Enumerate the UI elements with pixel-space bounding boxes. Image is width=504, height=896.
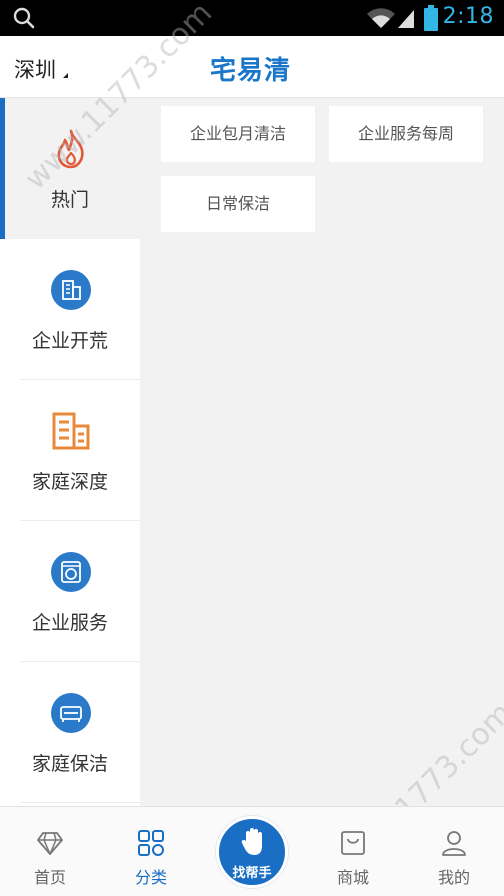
divider xyxy=(20,802,140,803)
city-selector[interactable]: 深圳 xyxy=(14,54,56,84)
city-dropdown-icon[interactable] xyxy=(63,73,68,78)
washing-machine-icon xyxy=(51,552,91,592)
user-icon xyxy=(442,831,466,856)
find-helper-label: 找帮手 xyxy=(232,866,272,881)
shop-icon xyxy=(341,831,365,855)
app-header: 深圳 宅易清 xyxy=(0,36,504,98)
sidebar-item-home-deep[interactable]: 家庭深度 xyxy=(0,380,140,521)
nav-mine[interactable]: 我的 xyxy=(404,807,504,896)
sidebar-item-label: 企业服务 xyxy=(31,612,108,634)
signal-icon xyxy=(398,10,414,28)
nav-label: 我的 xyxy=(437,868,470,887)
service-tag[interactable]: 企业服务每周 xyxy=(329,106,483,162)
nav-label: 首页 xyxy=(33,868,66,887)
diamond-icon xyxy=(37,832,63,855)
sofa-icon xyxy=(51,693,91,733)
sidebar-item-home-cleaning[interactable]: 家庭保洁 xyxy=(0,662,140,803)
sidebar-item-label: 家庭深度 xyxy=(31,471,108,493)
nav-shop[interactable]: 商城 xyxy=(303,807,403,896)
wifi-icon xyxy=(367,8,395,28)
sidebar-item-label: 企业开荒 xyxy=(31,330,108,352)
sidebar-item-label: 家庭保洁 xyxy=(31,753,108,775)
sidebar-item-enterprise-reclaim[interactable]: 企业开荒 xyxy=(0,239,140,380)
sidebar-item-hot[interactable]: 热门 xyxy=(0,98,140,239)
find-helper-button[interactable]: 找帮手 xyxy=(216,816,288,888)
nav-label: 商城 xyxy=(336,868,369,887)
service-tag[interactable]: 日常保洁 xyxy=(161,176,315,232)
category-sidebar: 热门 企业开荒 家庭深度 企业服务 家庭保洁 xyxy=(0,98,140,806)
status-time: 2:18 xyxy=(442,4,494,29)
app-logo: 宅易清 xyxy=(210,56,292,86)
sidebar-item-label: 热门 xyxy=(50,189,89,211)
sidebar-item-enterprise-service[interactable]: 企业服务 xyxy=(0,521,140,662)
hand-icon xyxy=(241,828,262,855)
nav-category[interactable]: 分类 xyxy=(101,807,201,896)
building-icon xyxy=(51,270,91,310)
search-icon[interactable] xyxy=(12,6,36,30)
service-tag[interactable]: 企业包月清洁 xyxy=(161,106,315,162)
grid-icon xyxy=(138,830,164,856)
flame-icon xyxy=(57,129,84,169)
category-content: 企业包月清洁 企业服务每周 日常保洁 xyxy=(140,98,504,806)
status-bar: 2:18 xyxy=(0,0,504,36)
battery-icon xyxy=(424,5,438,31)
apartment-icon xyxy=(52,412,90,450)
nav-label: 分类 xyxy=(134,868,167,887)
nav-home[interactable]: 首页 xyxy=(0,807,100,896)
